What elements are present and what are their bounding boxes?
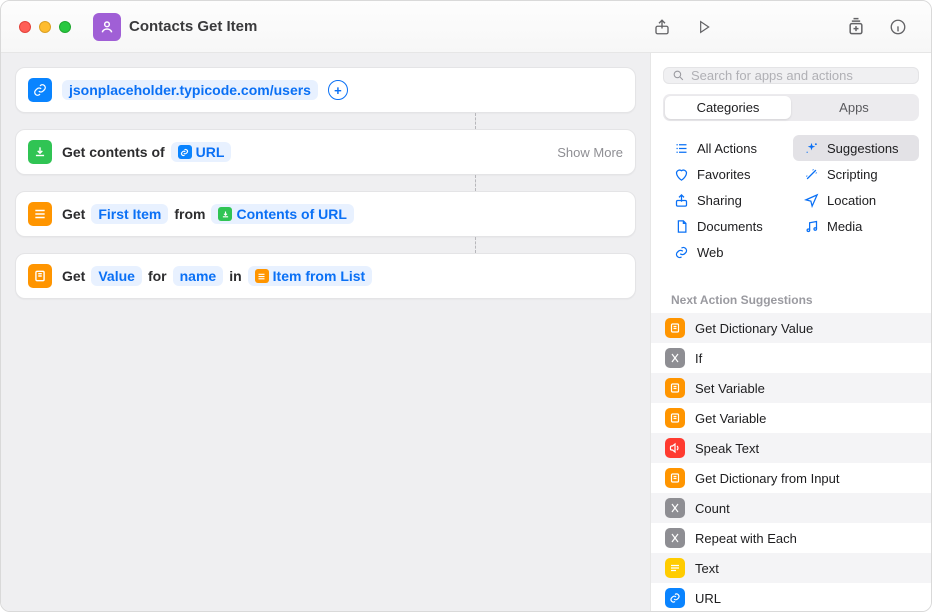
add-url-button[interactable]: + — [328, 80, 348, 100]
tab-apps[interactable]: Apps — [791, 96, 917, 119]
word-from: from — [174, 206, 205, 222]
dictionary-icon — [28, 264, 52, 288]
key-name-token[interactable]: name — [173, 266, 224, 286]
suggestion-item[interactable]: Text — [651, 553, 931, 583]
contents-variable-token[interactable]: Contents of URL — [211, 204, 353, 224]
heart-icon — [673, 166, 689, 182]
action-icon — [665, 558, 685, 578]
action-get-contents[interactable]: Get contents of URL Show More — [15, 129, 636, 175]
word-get: Get — [62, 206, 85, 222]
app-icon — [93, 13, 121, 41]
wand-icon — [803, 166, 819, 182]
category-media[interactable]: Media — [793, 213, 919, 239]
connector-line — [9, 237, 642, 253]
sparkle-icon — [803, 140, 819, 156]
workflow-canvas[interactable]: jsonplaceholder.typicode.com/users + Get… — [1, 53, 650, 611]
connector-line — [9, 113, 642, 129]
action-get-value[interactable]: Get Value for name in Item from List — [15, 253, 636, 299]
category-location[interactable]: Location — [793, 187, 919, 213]
suggestion-item[interactable]: Count — [651, 493, 931, 523]
list-icon — [255, 269, 269, 283]
action-icon — [665, 498, 685, 518]
suggestion-label: If — [695, 351, 702, 366]
category-all-actions[interactable]: All Actions — [663, 135, 789, 161]
url-variable-token[interactable]: URL — [171, 142, 232, 162]
library-button[interactable] — [839, 13, 873, 41]
share-icon — [673, 192, 689, 208]
suggestion-label: Speak Text — [695, 441, 759, 456]
suggestion-label: Count — [695, 501, 730, 516]
suggestion-label: Get Dictionary Value — [695, 321, 813, 336]
suggestion-label: Repeat with Each — [695, 531, 797, 546]
music-icon — [803, 218, 819, 234]
suggestion-item[interactable]: Get Variable — [651, 403, 931, 433]
suggestion-item[interactable]: Speak Text — [651, 433, 931, 463]
word-get: Get — [62, 268, 85, 284]
run-button[interactable] — [687, 13, 721, 41]
action-url[interactable]: jsonplaceholder.typicode.com/users + — [15, 67, 636, 113]
share-button[interactable] — [645, 13, 679, 41]
suggestion-item[interactable]: URL — [651, 583, 931, 612]
search-icon — [672, 69, 685, 82]
tab-categories[interactable]: Categories — [665, 96, 791, 119]
action-icon — [665, 378, 685, 398]
suggestion-label: URL — [695, 591, 721, 606]
show-more-button[interactable]: Show More — [557, 145, 623, 160]
action-icon — [665, 528, 685, 548]
suggestion-item[interactable]: Get Dictionary from Input — [651, 463, 931, 493]
suggestion-list: Get Dictionary Value If Set Variable Get Va… — [651, 313, 931, 612]
suggestion-label: Set Variable — [695, 381, 765, 396]
document-icon — [673, 218, 689, 234]
suggestion-item[interactable]: Repeat with Each — [651, 523, 931, 553]
suggestions-header: Next Action Suggestions — [651, 287, 931, 313]
word-for: for — [148, 268, 167, 284]
action-icon — [665, 348, 685, 368]
suggestion-item[interactable]: Set Variable — [651, 373, 931, 403]
action-icon — [665, 318, 685, 338]
window-controls — [19, 21, 71, 33]
category-suggestions[interactable]: Suggestions — [793, 135, 919, 161]
item-variable-token[interactable]: Item from List — [248, 266, 373, 286]
location-icon — [803, 192, 819, 208]
search-input[interactable] — [691, 68, 910, 83]
category-documents[interactable]: Documents — [663, 213, 789, 239]
category-scripting[interactable]: Scripting — [793, 161, 919, 187]
action-label: Get contents of — [62, 144, 165, 160]
action-icon — [665, 588, 685, 608]
action-icon — [665, 468, 685, 488]
download-icon — [28, 140, 52, 164]
word-in: in — [229, 268, 241, 284]
first-item-token[interactable]: First Item — [91, 204, 168, 224]
suggestion-item[interactable]: Get Dictionary Value — [651, 313, 931, 343]
category-sharing[interactable]: Sharing — [663, 187, 789, 213]
suggestion-label: Text — [695, 561, 719, 576]
download-icon — [218, 207, 232, 221]
connector-line — [9, 175, 642, 191]
action-icon — [665, 408, 685, 428]
library-tabs: Categories Apps — [663, 94, 919, 121]
maximize-button[interactable] — [59, 21, 71, 33]
suggestion-item[interactable]: If — [651, 343, 931, 373]
category-favorites[interactable]: Favorites — [663, 161, 789, 187]
list-icon — [673, 140, 689, 156]
link-icon — [28, 78, 52, 102]
window-title: Contacts Get Item — [129, 18, 257, 35]
suggestion-label: Get Variable — [695, 411, 766, 426]
info-button[interactable] — [881, 13, 915, 41]
suggestion-label: Get Dictionary from Input — [695, 471, 840, 486]
link-icon — [673, 244, 689, 260]
url-token[interactable]: jsonplaceholder.typicode.com/users — [62, 80, 318, 100]
close-button[interactable] — [19, 21, 31, 33]
list-icon — [28, 202, 52, 226]
action-get-item[interactable]: Get First Item from Contents of URL — [15, 191, 636, 237]
category-list: All Actions Suggestions Favorites Script… — [651, 131, 931, 275]
action-icon — [665, 438, 685, 458]
category-web[interactable]: Web — [663, 239, 789, 265]
link-icon — [178, 145, 192, 159]
titlebar: Contacts Get Item — [1, 1, 931, 53]
minimize-button[interactable] — [39, 21, 51, 33]
value-token[interactable]: Value — [91, 266, 142, 286]
search-field[interactable] — [663, 67, 919, 84]
library-sidebar: Categories Apps All Actions Suggestions … — [650, 53, 931, 611]
